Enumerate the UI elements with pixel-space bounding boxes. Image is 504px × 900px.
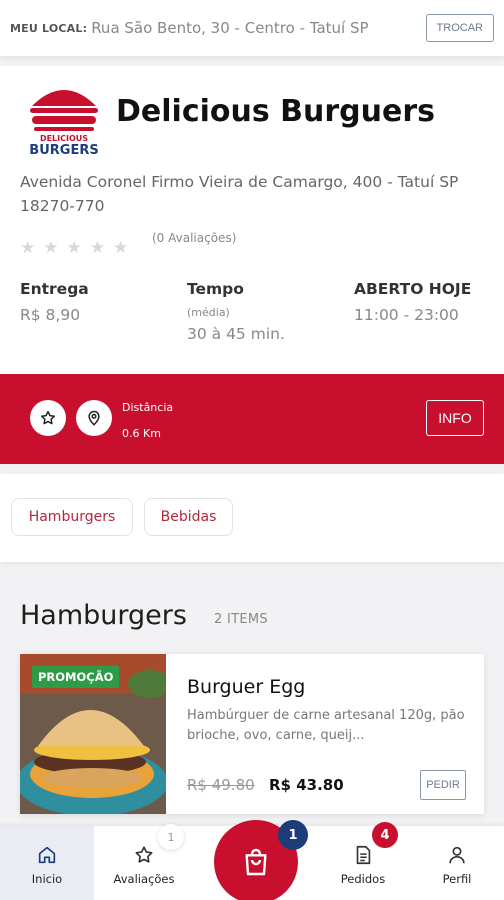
rating-stars[interactable]: ★ ★ ★ ★ ★ [20, 238, 128, 258]
time-note: (média) [187, 306, 230, 319]
product-old-price: R$ 49.80 [187, 776, 255, 794]
favorite-button[interactable] [30, 400, 66, 436]
restaurant-address: Avenida Coronel Firmo Vieira de Camargo,… [20, 173, 459, 215]
orders-badge: 4 [372, 822, 398, 848]
change-location-button[interactable]: TROCAR [425, 14, 494, 42]
delivery-label: Entrega [20, 280, 89, 298]
distance-value: 0.6 Km [122, 427, 161, 440]
star-icon[interactable]: ★ [43, 238, 58, 258]
document-icon [356, 845, 371, 865]
shopping-bag-icon [245, 848, 267, 876]
user-icon [449, 846, 465, 864]
time-info: Tempo (média) 30 à 45 min. [187, 280, 285, 343]
home-icon [38, 846, 56, 864]
cart-badge: 1 [278, 820, 308, 850]
star-icon [135, 846, 153, 863]
logo-text-top: DELICIOUS [40, 134, 88, 143]
star-icon[interactable]: ★ [90, 238, 105, 258]
nav-orders-label: Pedidos [340, 872, 386, 886]
section-title: Hamburgers [20, 600, 187, 631]
nav-reviews-label: Avaliações [113, 872, 175, 886]
reviews-count: (0 Avaliações) [152, 231, 237, 245]
section-item-count: 2 ITEMS [214, 612, 268, 627]
logo-text-bottom: BURGERS [29, 143, 98, 158]
restaurant-name: Delicious Burguers [116, 94, 435, 129]
star-icon[interactable]: ★ [113, 238, 128, 258]
info-bar: Distância 0.6 Km INFO [0, 374, 504, 464]
nav-profile-label: Perfil [442, 872, 472, 886]
category-chip-bebidas[interactable]: Bebidas [144, 498, 233, 536]
restaurant-logo: DELICIOUS BURGERS [29, 90, 99, 158]
location-bar: MEU LOCAL: Rua São Bento, 30 - Centro - … [0, 0, 504, 56]
nav-home[interactable]: Inicio [0, 826, 94, 900]
nav-home-label: Inicio [31, 872, 63, 886]
order-button[interactable]: PEDIR [420, 770, 466, 800]
location-pin-icon [88, 410, 100, 426]
product-price: R$ 43.80 [269, 776, 344, 794]
star-icon [40, 410, 56, 425]
nav-profile[interactable]: Perfil [410, 826, 504, 900]
category-chip-hamburgers[interactable]: Hamburgers [11, 498, 133, 536]
restaurant-card: DELICIOUS BURGERS Delicious Burguers Ave… [0, 66, 504, 374]
delivery-info: Entrega R$ 8,90 [20, 280, 89, 324]
star-icon[interactable]: ★ [67, 238, 82, 258]
time-label: Tempo [187, 280, 244, 298]
location-address: Rua São Bento, 30 - Centro - Tatuí SP [91, 19, 369, 37]
product-description: Hambúrguer de carne artesanal 120g, pão … [187, 708, 465, 743]
product-name: Burguer Egg [187, 676, 306, 698]
delivery-fee: R$ 8,90 [20, 306, 81, 324]
map-button[interactable] [76, 400, 112, 436]
distance-label: Distância [122, 401, 174, 414]
reviews-badge: 1 [158, 824, 184, 850]
info-button[interactable]: INFO [426, 400, 484, 436]
promo-badge: PROMOÇÃO [32, 666, 120, 688]
product-card[interactable]: PROMOÇÃO Burguer Egg Hambúrguer de carne… [20, 654, 484, 814]
hours-info: ABERTO HOJE 11:00 - 23:00 [354, 280, 471, 324]
product-image: PROMOÇÃO [20, 654, 166, 814]
open-hours: 11:00 - 23:00 [354, 306, 459, 324]
open-label: ABERTO HOJE [354, 280, 472, 298]
star-icon[interactable]: ★ [20, 238, 35, 258]
location-label: MEU LOCAL: [10, 21, 88, 35]
category-filter: Hamburgers Bebidas [0, 474, 504, 562]
time-value: 30 à 45 min. [187, 325, 285, 343]
